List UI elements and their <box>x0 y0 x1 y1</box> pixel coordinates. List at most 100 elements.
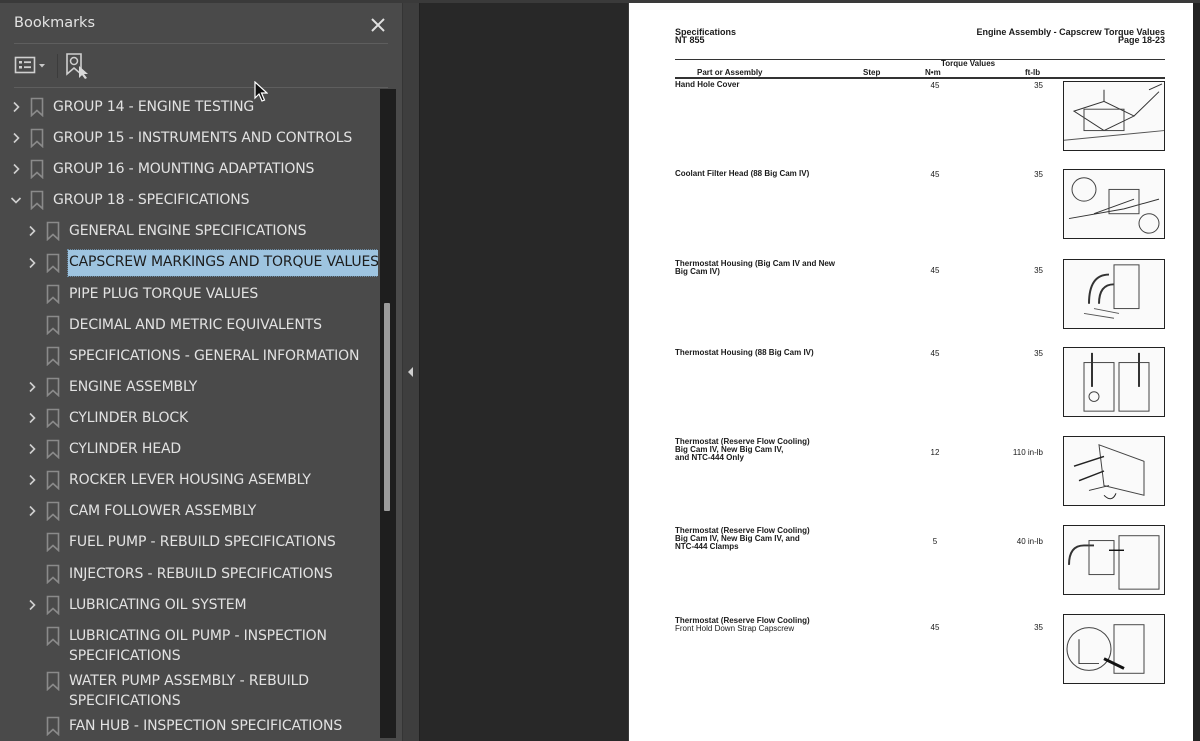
torque-ftlb-value: 40 in-lb <box>1016 537 1043 546</box>
panel-title: Bookmarks <box>14 15 96 31</box>
col-part-header: Part or Assembly <box>697 68 763 77</box>
bookmark-item[interactable]: WATER PUMP ASSEMBLY - REBUILD SPECIFICAT… <box>0 668 378 713</box>
chevron-right-icon[interactable] <box>25 223 39 239</box>
bookmark-item[interactable]: GROUP 16 - MOUNTING ADAPTATIONS <box>0 156 378 183</box>
chevron-right-icon[interactable] <box>25 597 39 613</box>
part-name-line: Thermostat Housing (88 Big Cam IV) <box>675 348 814 357</box>
bookmark-icon <box>30 97 44 118</box>
bookmark-icon <box>46 253 60 273</box>
bookmark-item[interactable]: GROUP 14 - ENGINE TESTING <box>0 94 378 121</box>
col-nm-header: N•m <box>925 68 941 77</box>
part-name-line: NTC-444 Clamps <box>675 542 739 551</box>
chevron-right-icon[interactable] <box>25 379 39 395</box>
options-menu-button[interactable] <box>14 54 50 78</box>
bookmark-label: CAPSCREW MARKINGS AND TORQUE VALUES <box>67 248 378 277</box>
bookmark-icon <box>46 284 60 304</box>
chevron-right-icon[interactable] <box>9 99 23 115</box>
part-name: Thermostat (Reserve Flow Cooling) Big Cam… <box>675 527 855 551</box>
bookmark-item[interactable]: FAN HUB - INSPECTION SPECIFICATIONS <box>0 713 378 738</box>
torque-nm-value: 5 <box>932 537 938 546</box>
page-number: Page 18-23 <box>1117 35 1165 45</box>
bookmark-icon <box>46 408 60 429</box>
bookmarks-panel-header: Bookmarks <box>14 13 390 43</box>
thermostat-housing-88-illustration <box>1063 347 1165 417</box>
bookmark-label: PIPE PLUG TORQUE VALUES <box>69 285 259 302</box>
bookmark-label: GROUP 16 - MOUNTING ADAPTATIONS <box>53 161 315 178</box>
bookmark-label: GROUP 14 - ENGINE TESTING <box>53 99 255 115</box>
bookmark-icon <box>46 595 60 615</box>
chevron-right-icon[interactable] <box>25 255 39 271</box>
header-divider <box>14 43 388 44</box>
coolant-filter-head-illustration <box>1063 169 1165 239</box>
bookmark-label: CYLINDER BLOCK <box>69 410 189 426</box>
bookmark-icon <box>46 716 60 736</box>
toolbar-bottom-divider <box>14 87 388 88</box>
dropdown-arrow-icon <box>39 64 45 68</box>
document-view: Specifications NT 855 Engine Assembly - … <box>420 3 1200 741</box>
doc-model: NT 855 <box>675 35 705 45</box>
bookmark-item[interactable]: DECIMAL AND METRIC EQUIVALENTS <box>0 312 378 339</box>
bookmark-item[interactable]: SPECIFICATIONS - GENERAL INFORMATION <box>0 343 378 370</box>
bookmark-item[interactable]: FUEL PUMP - REBUILD SPECIFICATIONS <box>0 529 378 556</box>
bookmark-icon <box>46 315 60 335</box>
bookmark-label: CAM FOLLOWER ASSEMBLY <box>69 503 257 520</box>
bookmark-item[interactable]: LUBRICATING OIL SYSTEM <box>0 592 378 619</box>
triangle-left-icon <box>408 367 413 377</box>
bookmark-label: ROCKER LEVER HOUSING ASEMBLY <box>69 472 311 489</box>
part-name: Thermostat Housing (Big Cam IV and New Bi… <box>675 260 855 276</box>
chevron-right-icon[interactable] <box>25 472 39 488</box>
part-name: Thermostat (Reserve Flow Cooling) Front H… <box>675 617 855 633</box>
bookmark-item[interactable]: INJECTORS - REBUILD SPECIFICATIONS <box>0 561 378 588</box>
find-current-bookmark-button[interactable] <box>65 52 91 80</box>
find-current-bookmark-icon <box>66 53 88 79</box>
bookmark-label: WATER PUMP ASSEMBLY - REBUILD SPECIFICAT… <box>69 672 309 709</box>
bookmark-icon <box>46 532 60 553</box>
bookmark-label: LUBRICATING OIL SYSTEM <box>69 596 247 613</box>
thermostat-clamps-illustration <box>1063 525 1165 595</box>
part-name-line: and NTC-444 Only <box>675 453 744 462</box>
bookmark-item[interactable]: ROCKER LEVER HOUSING ASEMBLY <box>0 467 378 494</box>
torque-ftlb-value: 35 <box>1034 170 1043 179</box>
bookmark-item[interactable]: CAPSCREW MARKINGS AND TORQUE VALUES <box>0 248 378 277</box>
bookmark-item[interactable]: CYLINDER BLOCK <box>0 405 378 432</box>
part-name: Hand Hole Cover <box>675 81 855 89</box>
bookmark-label: FAN HUB - INSPECTION SPECIFICATIONS <box>69 717 343 734</box>
torque-nm-value: 45 <box>930 266 940 275</box>
chevron-right-icon[interactable] <box>25 410 39 426</box>
bookmark-item[interactable]: GROUP 15 - INSTRUMENTS AND CONTROLS <box>0 125 378 152</box>
part-name-line: Coolant Filter Head (88 Big Cam IV) <box>675 169 810 178</box>
bookmarks-scrollbar-thumb[interactable] <box>384 303 390 511</box>
page-header-right: Engine Assembly - Capscrew Torque Values… <box>976 28 1165 45</box>
bookmark-label: GENERAL ENGINE SPECIFICATIONS <box>69 223 307 240</box>
bookmark-item[interactable]: GROUP 18 - SPECIFICATIONS <box>0 187 378 214</box>
chevron-down-icon[interactable] <box>9 192 23 208</box>
bookmark-label: SPECIFICATIONS - GENERAL INFORMATION <box>69 347 360 364</box>
bookmark-item[interactable]: CAM FOLLOWER ASSEMBLY <box>0 498 378 525</box>
bookmark-item[interactable]: PIPE PLUG TORQUE VALUES <box>0 281 378 308</box>
bookmark-label: INJECTORS - REBUILD SPECIFICATIONS <box>69 565 333 582</box>
bookmark-icon <box>30 128 44 149</box>
pdf-viewer-window: Bookmarks GROUP 14 - ENGINE TESTING GROU… <box>0 0 1200 741</box>
chevron-right-icon[interactable] <box>25 503 39 519</box>
bookmark-icon <box>46 501 60 522</box>
close-panel-button[interactable] <box>366 13 390 37</box>
pdf-page: Specifications NT 855 Engine Assembly - … <box>628 3 1193 741</box>
chevron-right-icon[interactable] <box>9 130 23 146</box>
torque-values-header: Torque Values <box>941 59 996 68</box>
bookmark-item[interactable]: LUBRICATING OIL PUMP - INSPECTION SPECIF… <box>0 623 378 668</box>
chevron-right-icon[interactable] <box>25 441 39 457</box>
bookmark-item[interactable]: ENGINE ASSEMBLY <box>0 374 378 401</box>
bookmark-item[interactable]: CYLINDER HEAD <box>0 436 378 463</box>
bookmark-item[interactable]: GENERAL ENGINE SPECIFICATIONS <box>0 218 378 245</box>
torque-nm-value: 45 <box>930 81 940 90</box>
torque-nm-value: 12 <box>930 448 940 457</box>
bookmark-label: DECIMAL AND METRIC EQUIVALENTS <box>69 316 322 333</box>
part-name-line: Front Hold Down Strap Capscrew <box>675 624 795 633</box>
bookmark-icon <box>46 626 60 646</box>
hold-down-strap-illustration <box>1063 614 1165 684</box>
bookmark-label: FUEL PUMP - REBUILD SPECIFICATIONS <box>69 534 336 551</box>
bookmark-label: LUBRICATING OIL PUMP - INSPECTION SPECIF… <box>69 627 327 664</box>
torque-ftlb-value: 110 in-lb <box>1012 448 1043 457</box>
collapse-panel-button[interactable] <box>405 362 417 382</box>
chevron-right-icon[interactable] <box>9 161 23 177</box>
